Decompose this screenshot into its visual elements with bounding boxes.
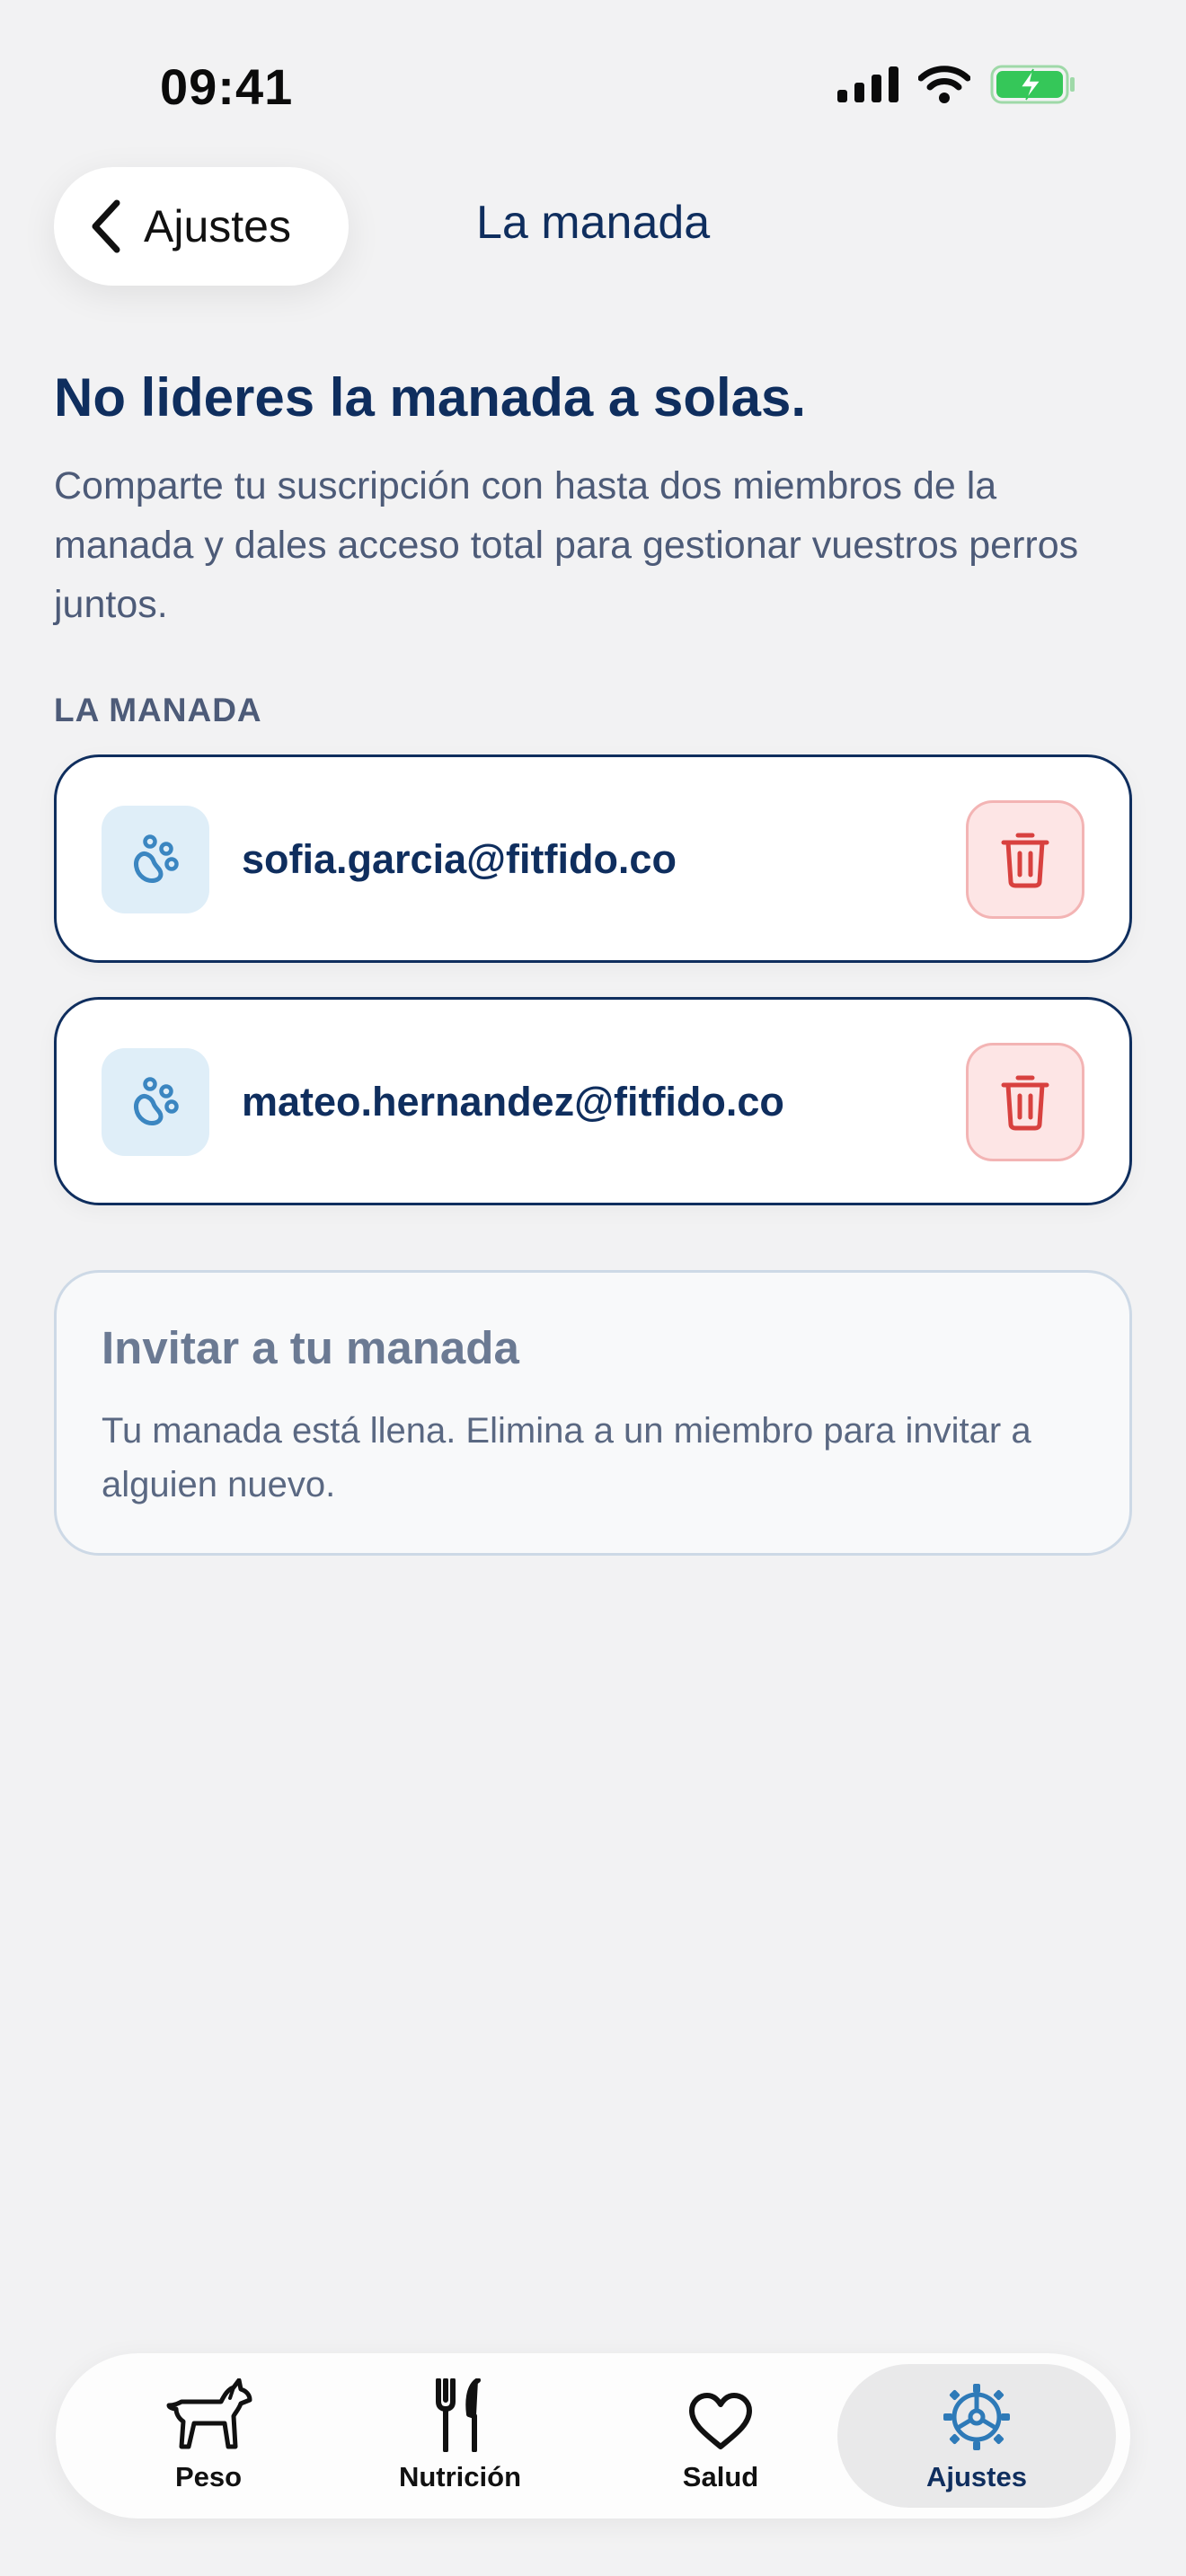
trash-icon xyxy=(1001,1075,1049,1131)
tab-nutricion[interactable]: Nutrición xyxy=(352,2353,568,2519)
status-icons xyxy=(837,65,1076,104)
paw-icon xyxy=(134,1077,179,1125)
gear-icon xyxy=(943,2384,1010,2450)
tab-bar: Peso Nutrición Salud Ajustes xyxy=(56,2353,1130,2519)
chevron-left-icon xyxy=(92,199,120,253)
section-label: LA MANADA xyxy=(54,692,262,728)
invite-title: Invitar a tu manada xyxy=(102,1322,519,1373)
status-bar: 09:41 xyxy=(0,0,1186,171)
member-avatar xyxy=(102,806,209,913)
tab-label: Ajustes xyxy=(926,2461,1027,2492)
member-email: mateo.hernandez@fitfido.co xyxy=(242,1079,784,1125)
member-card: mateo.hernandez@fitfido.co xyxy=(54,997,1132,1205)
delete-member-button[interactable] xyxy=(966,800,1084,919)
back-label: Ajustes xyxy=(144,201,291,251)
status-time: 09:41 xyxy=(160,58,294,115)
tab-label: Peso xyxy=(174,2461,243,2492)
description: Comparte tu suscripción con hasta dos mi… xyxy=(54,464,1079,626)
dog-icon xyxy=(166,2378,252,2449)
tab-salud[interactable]: Salud xyxy=(631,2353,810,2519)
member-email: sofia.garcia@fitfido.co xyxy=(242,836,677,882)
member-avatar xyxy=(102,1048,209,1156)
battery-charging-icon xyxy=(990,65,1075,104)
member-card: sofia.garcia@fitfido.co xyxy=(54,754,1132,963)
paw-icon xyxy=(134,834,179,883)
wifi-icon xyxy=(918,66,970,103)
trash-icon xyxy=(1001,833,1049,888)
tab-ajustes[interactable]: Ajustes xyxy=(837,2364,1116,2508)
headline: No lideres la manada a solas. xyxy=(54,367,807,428)
tab-peso[interactable]: Peso xyxy=(119,2353,298,2519)
tab-label: Salud xyxy=(682,2461,759,2492)
cellular-signal-icon xyxy=(837,66,898,102)
back-button[interactable]: Ajustes xyxy=(54,167,349,286)
delete-member-button[interactable] xyxy=(966,1043,1084,1161)
fork-knife-icon xyxy=(436,2378,481,2452)
invite-text: Tu manada está llena. Elimina a un miemb… xyxy=(102,1411,1031,1504)
page-title: La manada xyxy=(476,197,711,249)
heart-icon xyxy=(689,2393,752,2449)
invite-card: Invitar a tu manada Tu manada está llena… xyxy=(54,1270,1132,1556)
tab-label: Nutrición xyxy=(398,2461,522,2492)
